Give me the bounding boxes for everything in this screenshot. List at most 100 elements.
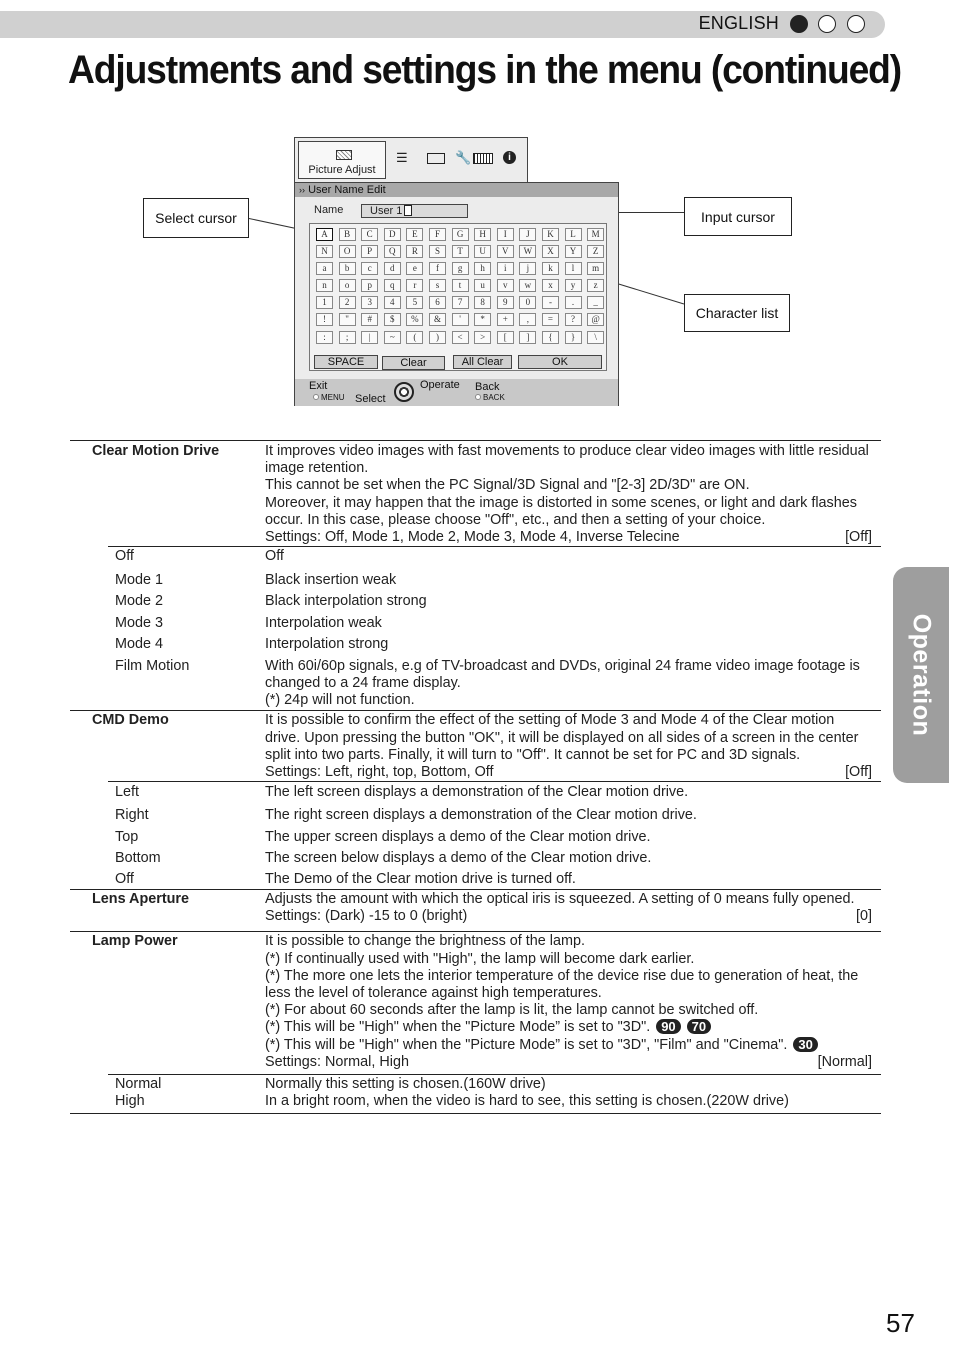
information-icon[interactable]: i: [503, 151, 516, 164]
character-key[interactable]: E: [406, 228, 424, 241]
character-key[interactable]: 9: [496, 296, 514, 310]
character-key[interactable]: 2: [338, 296, 356, 310]
character-key[interactable]: 6: [428, 296, 446, 310]
character-key[interactable]: r: [406, 279, 424, 293]
character-key[interactable]: <: [451, 330, 469, 344]
character-key[interactable]: #: [361, 313, 379, 327]
character-key[interactable]: p: [361, 279, 379, 293]
character-key[interactable]: W: [519, 245, 537, 259]
character-key[interactable]: g: [451, 262, 469, 276]
character-key[interactable]: G: [451, 228, 469, 241]
character-key[interactable]: +: [496, 313, 514, 327]
character-key[interactable]: 7: [451, 296, 469, 310]
character-key[interactable]: i: [496, 262, 514, 276]
character-key[interactable]: Q: [383, 245, 401, 259]
character-key[interactable]: a: [316, 262, 333, 276]
character-key[interactable]: C: [361, 228, 379, 241]
display-setup-icon[interactable]: 🔧: [455, 151, 471, 165]
character-key[interactable]: f: [428, 262, 446, 276]
character-key[interactable]: 8: [474, 296, 492, 310]
character-key[interactable]: 5: [406, 296, 424, 310]
installation-icon[interactable]: [427, 153, 445, 164]
character-key[interactable]: l: [564, 262, 582, 276]
character-key[interactable]: s: [428, 279, 446, 293]
character-key[interactable]: *: [474, 313, 492, 327]
character-key[interactable]: Z: [587, 245, 605, 259]
character-key[interactable]: 0: [519, 296, 537, 310]
character-key[interactable]: h: [474, 262, 492, 276]
character-key[interactable]: d: [383, 262, 401, 276]
character-key[interactable]: c: [361, 262, 379, 276]
character-key[interactable]: %: [406, 313, 424, 327]
character-key[interactable]: }: [564, 330, 582, 344]
clear-button[interactable]: Clear: [382, 356, 445, 370]
character-key[interactable]: -: [541, 296, 559, 310]
character-key[interactable]: ]: [519, 330, 537, 344]
character-key[interactable]: L: [564, 228, 582, 241]
character-key[interactable]: (: [406, 330, 424, 344]
character-key[interactable]: y: [564, 279, 582, 293]
character-key[interactable]: k: [541, 262, 559, 276]
character-key[interactable]: b: [338, 262, 356, 276]
character-key[interactable]: m: [587, 262, 605, 276]
character-key[interactable]: $: [383, 313, 401, 327]
character-key[interactable]: =: [541, 313, 559, 327]
character-key[interactable]: w: [519, 279, 537, 293]
character-key[interactable]: !: [316, 313, 333, 327]
character-key[interactable]: X: [541, 245, 559, 259]
character-key[interactable]: o: [338, 279, 356, 293]
character-key[interactable]: S: [428, 245, 446, 259]
character-key[interactable]: @: [587, 313, 605, 327]
character-key[interactable]: .: [564, 296, 582, 310]
character-key[interactable]: t: [451, 279, 469, 293]
character-key[interactable]: j: [519, 262, 537, 276]
character-key[interactable]: q: [383, 279, 401, 293]
character-key[interactable]: u: [474, 279, 492, 293]
character-key[interactable]: I: [496, 228, 514, 241]
character-key[interactable]: V: [496, 245, 514, 259]
character-key[interactable]: :: [316, 330, 333, 344]
name-input[interactable]: User 1: [361, 204, 468, 218]
ok-button[interactable]: OK: [518, 355, 602, 369]
character-key[interactable]: ?: [564, 313, 582, 327]
character-key[interactable]: 4: [383, 296, 401, 310]
character-key[interactable]: 3: [361, 296, 379, 310]
character-key[interactable]: T: [451, 245, 469, 259]
character-key[interactable]: R: [406, 245, 424, 259]
character-key[interactable]: D: [383, 228, 401, 241]
input-signal-icon[interactable]: ☰: [396, 151, 408, 165]
character-key[interactable]: v: [496, 279, 514, 293]
character-key[interactable]: ": [338, 313, 356, 327]
character-key[interactable]: n: [316, 279, 333, 293]
character-key[interactable]: 1: [316, 296, 333, 310]
character-key[interactable]: &: [428, 313, 446, 327]
character-key[interactable]: F: [428, 228, 446, 241]
character-key[interactable]: ,: [519, 313, 537, 327]
character-key[interactable]: ': [451, 313, 469, 327]
character-key[interactable]: O: [338, 245, 356, 259]
character-key[interactable]: U: [474, 245, 492, 259]
character-key[interactable]: e: [406, 262, 424, 276]
all-clear-button[interactable]: All Clear: [453, 355, 512, 369]
character-key[interactable]: x: [541, 279, 559, 293]
character-key[interactable]: B: [338, 228, 356, 241]
character-key[interactable]: ~: [383, 330, 401, 344]
character-key[interactable]: Y: [564, 245, 582, 259]
select-cursor[interactable]: A: [316, 228, 333, 241]
character-key[interactable]: ): [428, 330, 446, 344]
character-key[interactable]: M: [587, 228, 605, 241]
character-key[interactable]: |: [361, 330, 379, 344]
function-icon[interactable]: [473, 153, 493, 164]
character-key[interactable]: K: [541, 228, 559, 241]
character-key[interactable]: J: [519, 228, 537, 241]
character-key[interactable]: \: [587, 330, 605, 344]
character-key[interactable]: ;: [338, 330, 356, 344]
character-key[interactable]: z: [587, 279, 605, 293]
character-key[interactable]: {: [541, 330, 559, 344]
character-key[interactable]: H: [474, 228, 492, 241]
space-button[interactable]: SPACE: [314, 355, 378, 369]
character-key[interactable]: _: [587, 296, 605, 310]
character-key[interactable]: >: [474, 330, 492, 344]
character-key[interactable]: P: [361, 245, 379, 259]
tab-picture-adjust[interactable]: Picture Adjust: [298, 141, 386, 179]
